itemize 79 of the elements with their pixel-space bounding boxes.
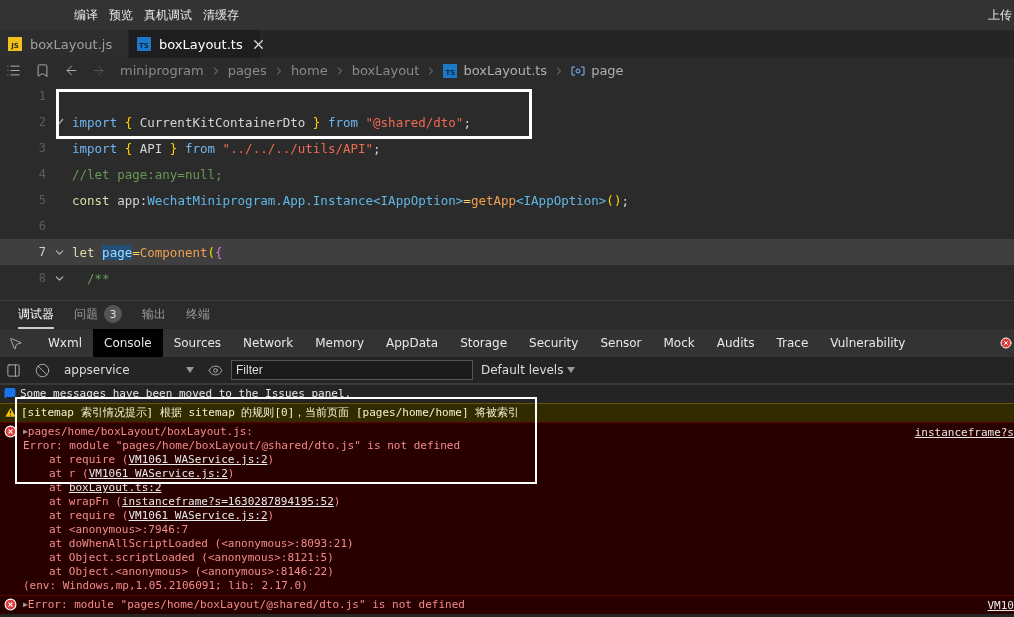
- breadcrumb-item[interactable]: miniprogram: [120, 63, 204, 78]
- devtools-tab[interactable]: Mock: [652, 329, 706, 357]
- breadcrumb-item[interactable]: home: [290, 63, 328, 78]
- warning-icon: [4, 406, 17, 419]
- breadcrumb-item[interactable]: page: [591, 63, 624, 78]
- inspect-icon[interactable]: [8, 335, 23, 351]
- stack-line: at require (VM1061 WAService.js:2): [49, 453, 275, 467]
- devtools-tab[interactable]: Memory: [304, 329, 376, 357]
- caret-icon: [567, 367, 576, 373]
- source-link[interactable]: boxLayout.ts:2: [68, 481, 162, 494]
- eye-icon[interactable]: [208, 362, 223, 378]
- stack-line: at doWhenAllScriptLoaded (<anonymous>:8093:21): [49, 537, 354, 551]
- source-link[interactable]: instanceframe?s=1630287894195:52: [121, 495, 334, 508]
- info-icon: [4, 387, 16, 399]
- caret-icon: [186, 367, 194, 373]
- breadcrumb-item[interactable]: pages: [227, 63, 267, 78]
- clear-console-icon[interactable]: [35, 362, 50, 378]
- filter-field[interactable]: Filter: [231, 360, 473, 380]
- devtools-tab[interactable]: Network: [232, 329, 305, 357]
- source-link[interactable]: VM10: [987, 599, 1014, 613]
- console-message: [sitemap 索引情况提示] 根据 sitemap 的规则[0]，当前页面 [pages/home/home] 将被索引: [21, 406, 520, 420]
- source-link[interactable]: VM1061 WAService.js:2: [128, 509, 268, 522]
- code-line: const app:WechatMiniprogram.App.Instance<IAppOption>=getApp<IAppOption>();: [72, 192, 629, 208]
- source-link[interactable]: VM1061 WAService.js:2: [88, 467, 228, 480]
- stack-line: Error: module "pages/home/boxLayout/@shared/dto.js" is not defined: [27, 598, 465, 612]
- tab-label: boxLayout.ts: [159, 36, 243, 52]
- devtools-tab[interactable]: Vulnerability: [819, 329, 917, 357]
- devtools-tab[interactable]: Console: [93, 329, 163, 357]
- bookmark-icon[interactable]: [35, 63, 50, 78]
- code-line: import { API } from "../../../utils/API";: [72, 140, 381, 156]
- devtools-tab[interactable]: Audits: [705, 329, 766, 357]
- code-line: let page=Component({: [72, 244, 223, 260]
- toolbar-button[interactable]: 预览: [109, 6, 133, 24]
- line-number: 7: [37, 245, 46, 259]
- stack-line: (env: Windows,mp,1.05.2106091; lib: 2.17.0): [23, 579, 308, 593]
- error-count-icon[interactable]: [1000, 337, 1012, 349]
- stack-line: at Object.scriptLoaded (<anonymous>:8121:5): [49, 551, 334, 565]
- error-icon: [4, 598, 17, 611]
- menu-icon[interactable]: [6, 63, 21, 78]
- source-link[interactable]: VM1061 WAService.js:2: [128, 453, 268, 466]
- stack-line: at r (VM1061 WAService.js:2): [49, 467, 235, 481]
- code-line: /**: [86, 270, 110, 286]
- sidebar-toggle-icon[interactable]: [6, 362, 21, 378]
- stack-line: at wrapFn (instanceframe?s=1630287894195:52): [49, 495, 341, 509]
- stack-line: at Object.<anonymous> (<anonymous>:8146:22): [49, 565, 334, 579]
- devtools-tab[interactable]: Wxml: [37, 329, 93, 357]
- toolbar-button[interactable]: 编译: [74, 6, 98, 24]
- count-badge: 3: [104, 305, 122, 323]
- toolbar-button[interactable]: 真机调试: [144, 6, 192, 24]
- panel-tab[interactable]: 输出: [142, 301, 166, 329]
- expand-toggle[interactable]: ▶: [23, 598, 28, 612]
- context-dropdown[interactable]: appservice: [58, 363, 200, 377]
- panel-tab[interactable]: 问题 3: [74, 301, 122, 329]
- breadcrumb-item[interactable]: boxLayout.ts: [463, 63, 548, 78]
- toolbar-button[interactable]: 清缓存: [203, 6, 239, 24]
- devtools-tab[interactable]: Sensor: [589, 329, 653, 357]
- devtools-tab[interactable]: Storage: [449, 329, 519, 357]
- expand-toggle[interactable]: ▶: [23, 425, 28, 439]
- stack-line: at require (VM1061 WAService.js:2): [49, 509, 275, 523]
- devtools-tab[interactable]: AppData: [375, 329, 450, 357]
- back-icon[interactable]: [64, 63, 79, 78]
- toolbar-button[interactable]: 上传: [988, 6, 1012, 24]
- devtools-tab[interactable]: Security: [518, 329, 590, 357]
- console-message: Some messages have been moved to the Issues panel.: [20, 387, 352, 401]
- stack-line: pages/home/boxLayout/boxLayout.js:: [27, 425, 253, 439]
- symbol-icon: [571, 65, 586, 76]
- stack-line: Error: module "pages/home/boxLayout/@shared/dto.js" is not defined: [23, 439, 461, 453]
- source-link[interactable]: instanceframe?s: [914, 426, 1014, 440]
- panel-tab[interactable]: 终端: [186, 301, 210, 329]
- devtools-tab[interactable]: Sources: [162, 329, 233, 357]
- code-line: //let page:any=null;: [72, 166, 223, 182]
- levels-dropdown[interactable]: Default levels: [481, 363, 576, 377]
- stack-line: at <anonymous>:7946:7: [49, 523, 189, 537]
- breadcrumb-item[interactable]: boxLayout: [351, 63, 420, 78]
- tab-label: boxLayout.js: [30, 36, 113, 52]
- code-line: import { CurrentKitContainerDto } from "@shared/dto";: [72, 114, 471, 130]
- error-icon: [4, 425, 17, 438]
- devtools-tab[interactable]: Trace: [765, 329, 820, 357]
- stack-line: at boxLayout.ts:2: [49, 481, 162, 495]
